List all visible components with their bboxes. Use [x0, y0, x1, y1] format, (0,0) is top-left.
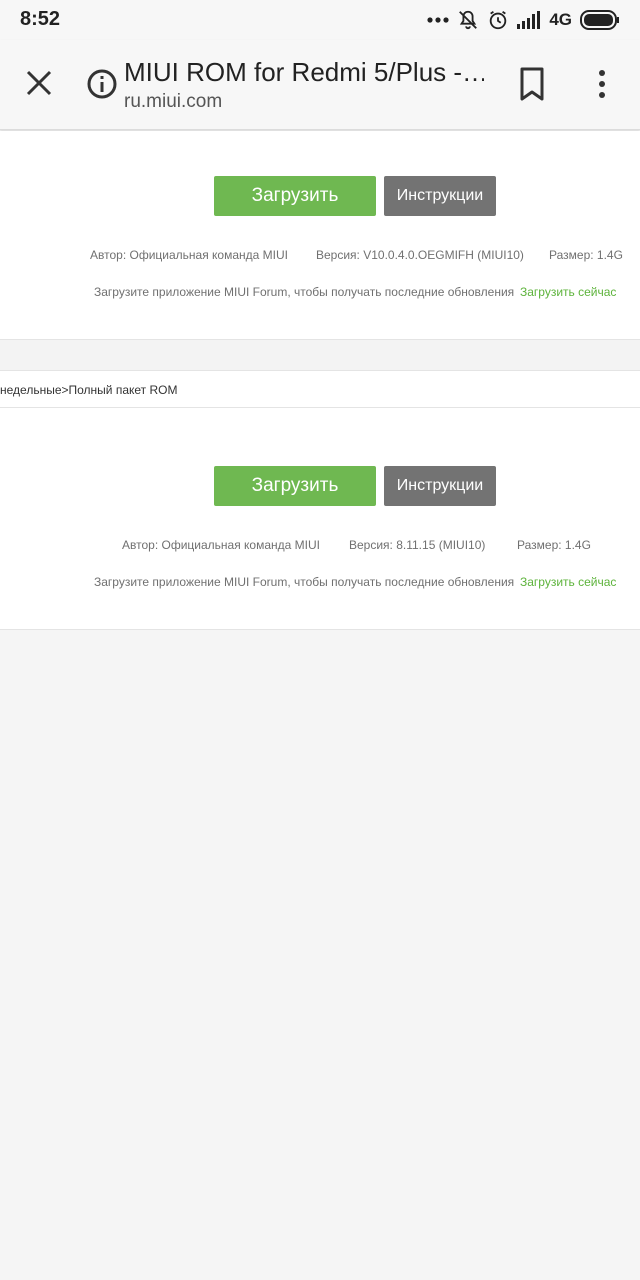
rom-download-card-2: Загрузить Инструкции Автор: Официальная …: [0, 408, 640, 630]
close-icon[interactable]: [22, 66, 56, 100]
version-label: Версия: V10.0.4.0.OEGMIFH (MIUI10): [316, 248, 524, 262]
page-title[interactable]: MIUI ROM for Redmi 5/Plus -…: [124, 57, 484, 88]
instructions-button[interactable]: Инструкции: [384, 176, 496, 216]
page-url[interactable]: ru.miui.com: [124, 91, 222, 113]
author-label: Автор: Официальная команда MIUI: [90, 248, 288, 262]
info-icon[interactable]: [86, 68, 118, 100]
download-now-link[interactable]: Загрузить сейчас: [520, 285, 616, 299]
status-bar: 8:52 4G: [0, 0, 640, 40]
more-vert-icon[interactable]: [588, 66, 616, 102]
network-type: 4G: [549, 10, 572, 29]
status-time: 8:52: [20, 8, 61, 30]
size-label: Размер: 1.4G: [549, 248, 623, 262]
instructions-button[interactable]: Инструкции: [384, 466, 496, 506]
version-label: Версия: 8.11.15 (MIUI10): [349, 538, 486, 552]
more-dots-icon: [427, 16, 449, 24]
download-now-link[interactable]: Загрузить сейчас: [520, 575, 616, 589]
bookmark-icon[interactable]: [516, 66, 548, 102]
status-icons: 4G: [427, 6, 620, 34]
section-divider: [0, 340, 640, 370]
signal-icon: [517, 11, 541, 29]
breadcrumb[interactable]: недельные>Полный пакет ROM: [0, 370, 640, 408]
size-label: Размер: 1.4G: [517, 538, 591, 552]
alarm-icon: [487, 9, 509, 31]
battery-icon: [580, 10, 620, 30]
rom-download-card-1: Загрузить Инструкции Автор: Официальная …: [0, 131, 640, 340]
bell-off-icon: [457, 9, 479, 31]
author-label: Автор: Официальная команда MIUI: [122, 538, 320, 552]
download-button[interactable]: Загрузить: [214, 176, 376, 216]
promo-text: Загрузите приложение MIUI Forum, чтобы п…: [94, 575, 515, 589]
browser-toolbar: MIUI ROM for Redmi 5/Plus -… ru.miui.com: [0, 40, 640, 130]
promo-text: Загрузите приложение MIUI Forum, чтобы п…: [94, 285, 515, 299]
download-button[interactable]: Загрузить: [214, 466, 376, 506]
